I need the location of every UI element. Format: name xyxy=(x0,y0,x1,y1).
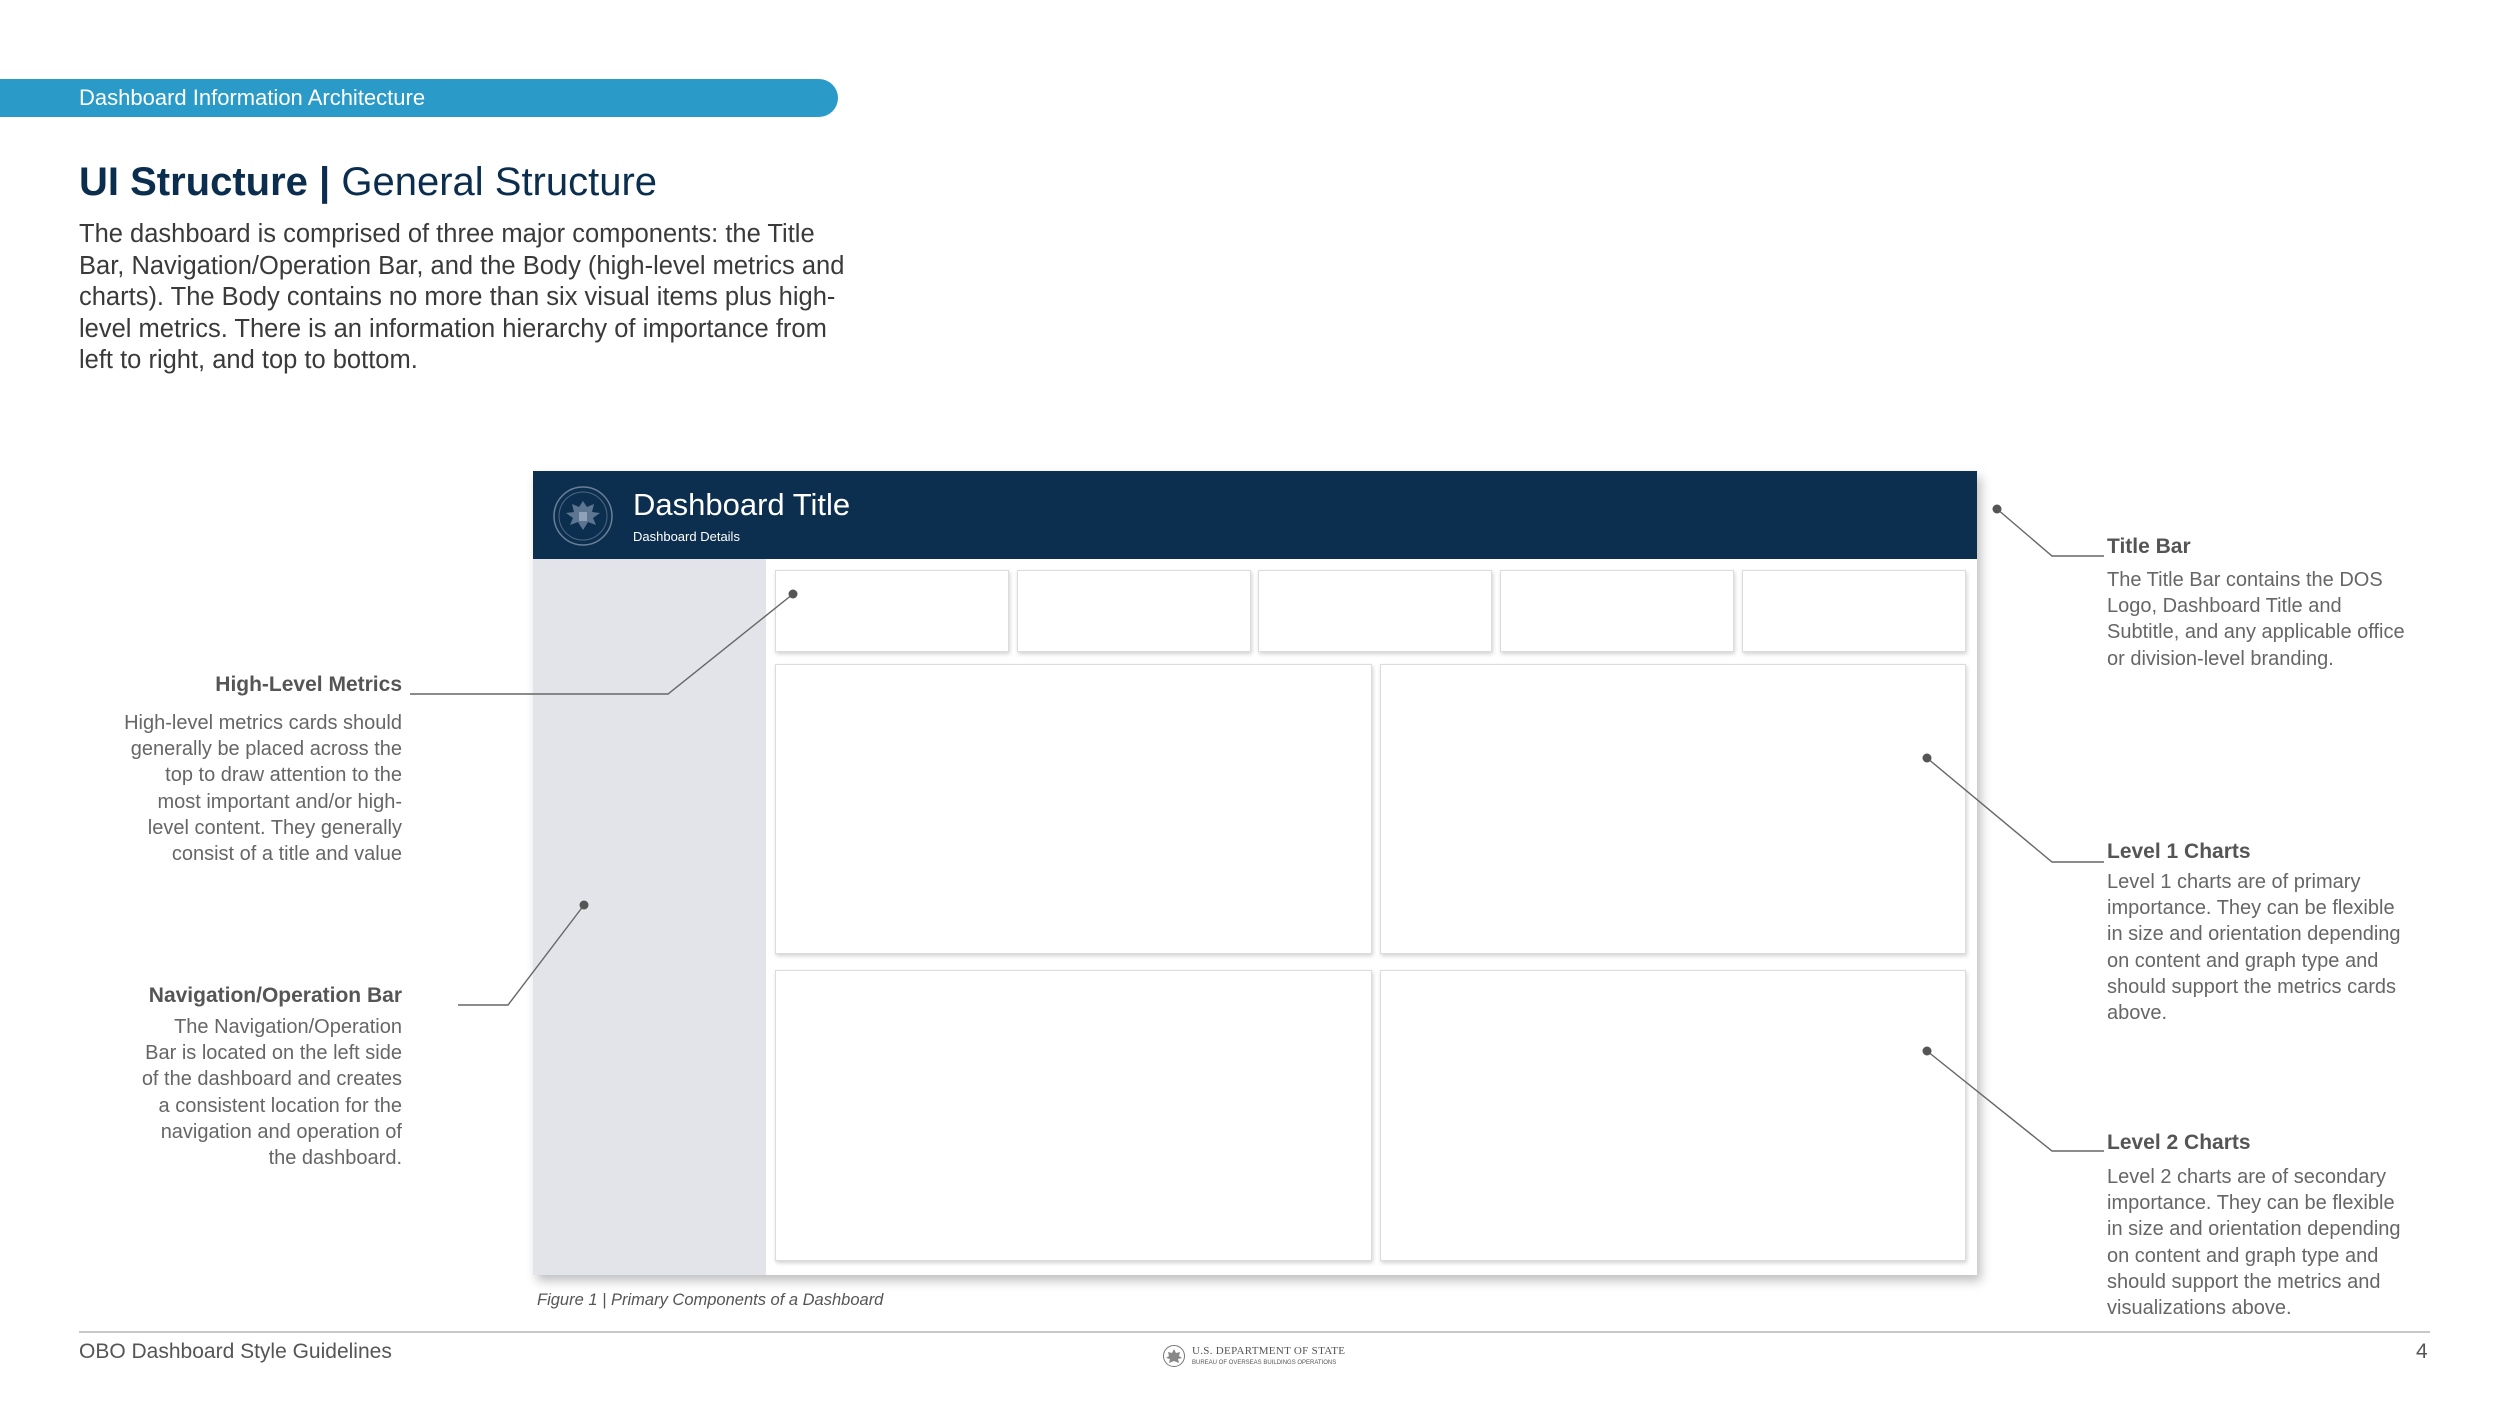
annotation-line: generally be placed across the xyxy=(130,738,402,761)
annotation-navigation-bar: Navigation/Operation Bar The Navigation/… xyxy=(2,984,402,1171)
annotation-line: the dashboard. xyxy=(268,1147,402,1170)
footer-seal-icon xyxy=(1163,1345,1185,1367)
mockup-metric-card xyxy=(1017,570,1251,652)
annotation-line: importance. They can be flexible xyxy=(2107,1192,2395,1215)
department-of-state-seal-icon xyxy=(553,486,613,546)
annotation-line: High-level metrics cards should xyxy=(124,712,402,734)
annotation-line: Logo, Dashboard Title and xyxy=(2107,595,2342,618)
annotation-line: The Navigation/Operation xyxy=(174,1016,402,1038)
mockup-level1-chart xyxy=(1380,664,1966,954)
annotation-title: Title Bar xyxy=(2107,535,2191,558)
annotation-line: consist of a title and value xyxy=(171,843,402,866)
mockup-metric-card xyxy=(1258,570,1492,652)
annotation-line: in size and orientation depending xyxy=(2107,923,2401,946)
annotation-line: Level 1 charts are of primary xyxy=(2107,871,2361,893)
annotation-text: The Navigation/Operation Bar is located … xyxy=(2,1014,402,1171)
page-title-light: General Structure xyxy=(330,160,658,204)
annotation-level2-charts: Level 2 Charts Level 2 charts are of sec… xyxy=(2107,1131,2487,1321)
annotation-line: top to draw attention to the xyxy=(165,764,402,787)
mockup-title-bar: Dashboard Title Dashboard Details xyxy=(533,471,1977,559)
annotation-line: Level 2 charts are of secondary xyxy=(2107,1166,2387,1188)
annotation-text: Level 2 charts are of secondary importan… xyxy=(2107,1164,2487,1321)
footer-logo-line1: U.S. DEPARTMENT OF STATE xyxy=(1192,1345,1346,1357)
dashboard-mockup: Dashboard Title Dashboard Details xyxy=(533,471,1977,1275)
annotation-line: a consistent location for the xyxy=(158,1094,402,1117)
annotation-title: Level 1 Charts xyxy=(2107,840,2251,863)
mockup-navigation-bar xyxy=(533,559,766,1275)
annotation-line: should support the metrics and xyxy=(2107,1270,2381,1293)
section-tab: Dashboard Information Architecture xyxy=(0,79,838,117)
footer-document-title: OBO Dashboard Style Guidelines xyxy=(79,1340,392,1363)
annotation-title: Navigation/Operation Bar xyxy=(148,984,402,1007)
annotation-title: High-Level Metrics xyxy=(215,673,402,696)
annotation-text: The Title Bar contains the DOS Logo, Das… xyxy=(2107,567,2487,672)
annotation-line: of the dashboard and creates xyxy=(141,1068,402,1091)
annotation-line: on content and graph type and xyxy=(2107,1244,2379,1267)
annotation-high-level-metrics: High-Level Metrics High-level metrics ca… xyxy=(2,673,402,867)
mockup-metric-card xyxy=(1742,570,1966,652)
page-number: 4 xyxy=(2416,1340,2428,1363)
annotation-line: most important and/or high- xyxy=(157,790,402,813)
annotation-line: Bar is located on the left side xyxy=(145,1042,402,1065)
mockup-metric-card xyxy=(1500,570,1734,652)
mockup-level2-chart xyxy=(1380,970,1966,1261)
annotation-line: level content. They generally xyxy=(147,816,402,839)
annotation-line: in size and orientation depending xyxy=(2107,1218,2401,1241)
page-title-bold: UI Structure | xyxy=(79,160,331,204)
annotation-level1-charts: Level 1 Charts Level 1 charts are of pri… xyxy=(2107,840,2487,1026)
annotation-line: on content and graph type and xyxy=(2107,949,2379,972)
annotation-line: importance. They can be flexible xyxy=(2107,897,2395,920)
mockup-dashboard-subtitle: Dashboard Details xyxy=(633,529,740,544)
annotation-line: navigation and operation of xyxy=(160,1120,402,1143)
annotation-line: Subtitle, and any applicable office xyxy=(2107,621,2405,644)
mockup-level1-chart xyxy=(775,664,1372,954)
figure-caption: Figure 1 | Primary Components of a Dashb… xyxy=(537,1291,884,1309)
annotation-title-bar: Title Bar The Title Bar contains the DOS… xyxy=(2107,535,2487,672)
annotation-line: or division-level branding. xyxy=(2107,647,2334,670)
annotation-line: The Title Bar contains the DOS xyxy=(2107,569,2383,591)
annotation-line: above. xyxy=(2107,1002,2168,1025)
annotation-line: should support the metrics cards xyxy=(2107,975,2397,998)
annotation-text: Level 1 charts are of primary importance… xyxy=(2107,869,2487,1026)
intro-paragraph: The dashboard is comprised of three majo… xyxy=(79,220,845,374)
footer-divider xyxy=(79,1331,2430,1333)
annotation-title: Level 2 Charts xyxy=(2107,1131,2251,1154)
mockup-level2-chart xyxy=(775,970,1372,1261)
mockup-metric-card xyxy=(775,570,1009,652)
annotation-text: High-level metrics cards should generall… xyxy=(2,710,402,867)
page-title: UI Structure | General Structure xyxy=(79,160,657,205)
mockup-dashboard-title: Dashboard Title xyxy=(633,487,851,522)
footer-logo-line2: BUREAU OF OVERSEAS BUILDINGS OPERATIONS xyxy=(1192,1360,1337,1366)
annotation-line: visualizations above. xyxy=(2107,1297,2292,1320)
